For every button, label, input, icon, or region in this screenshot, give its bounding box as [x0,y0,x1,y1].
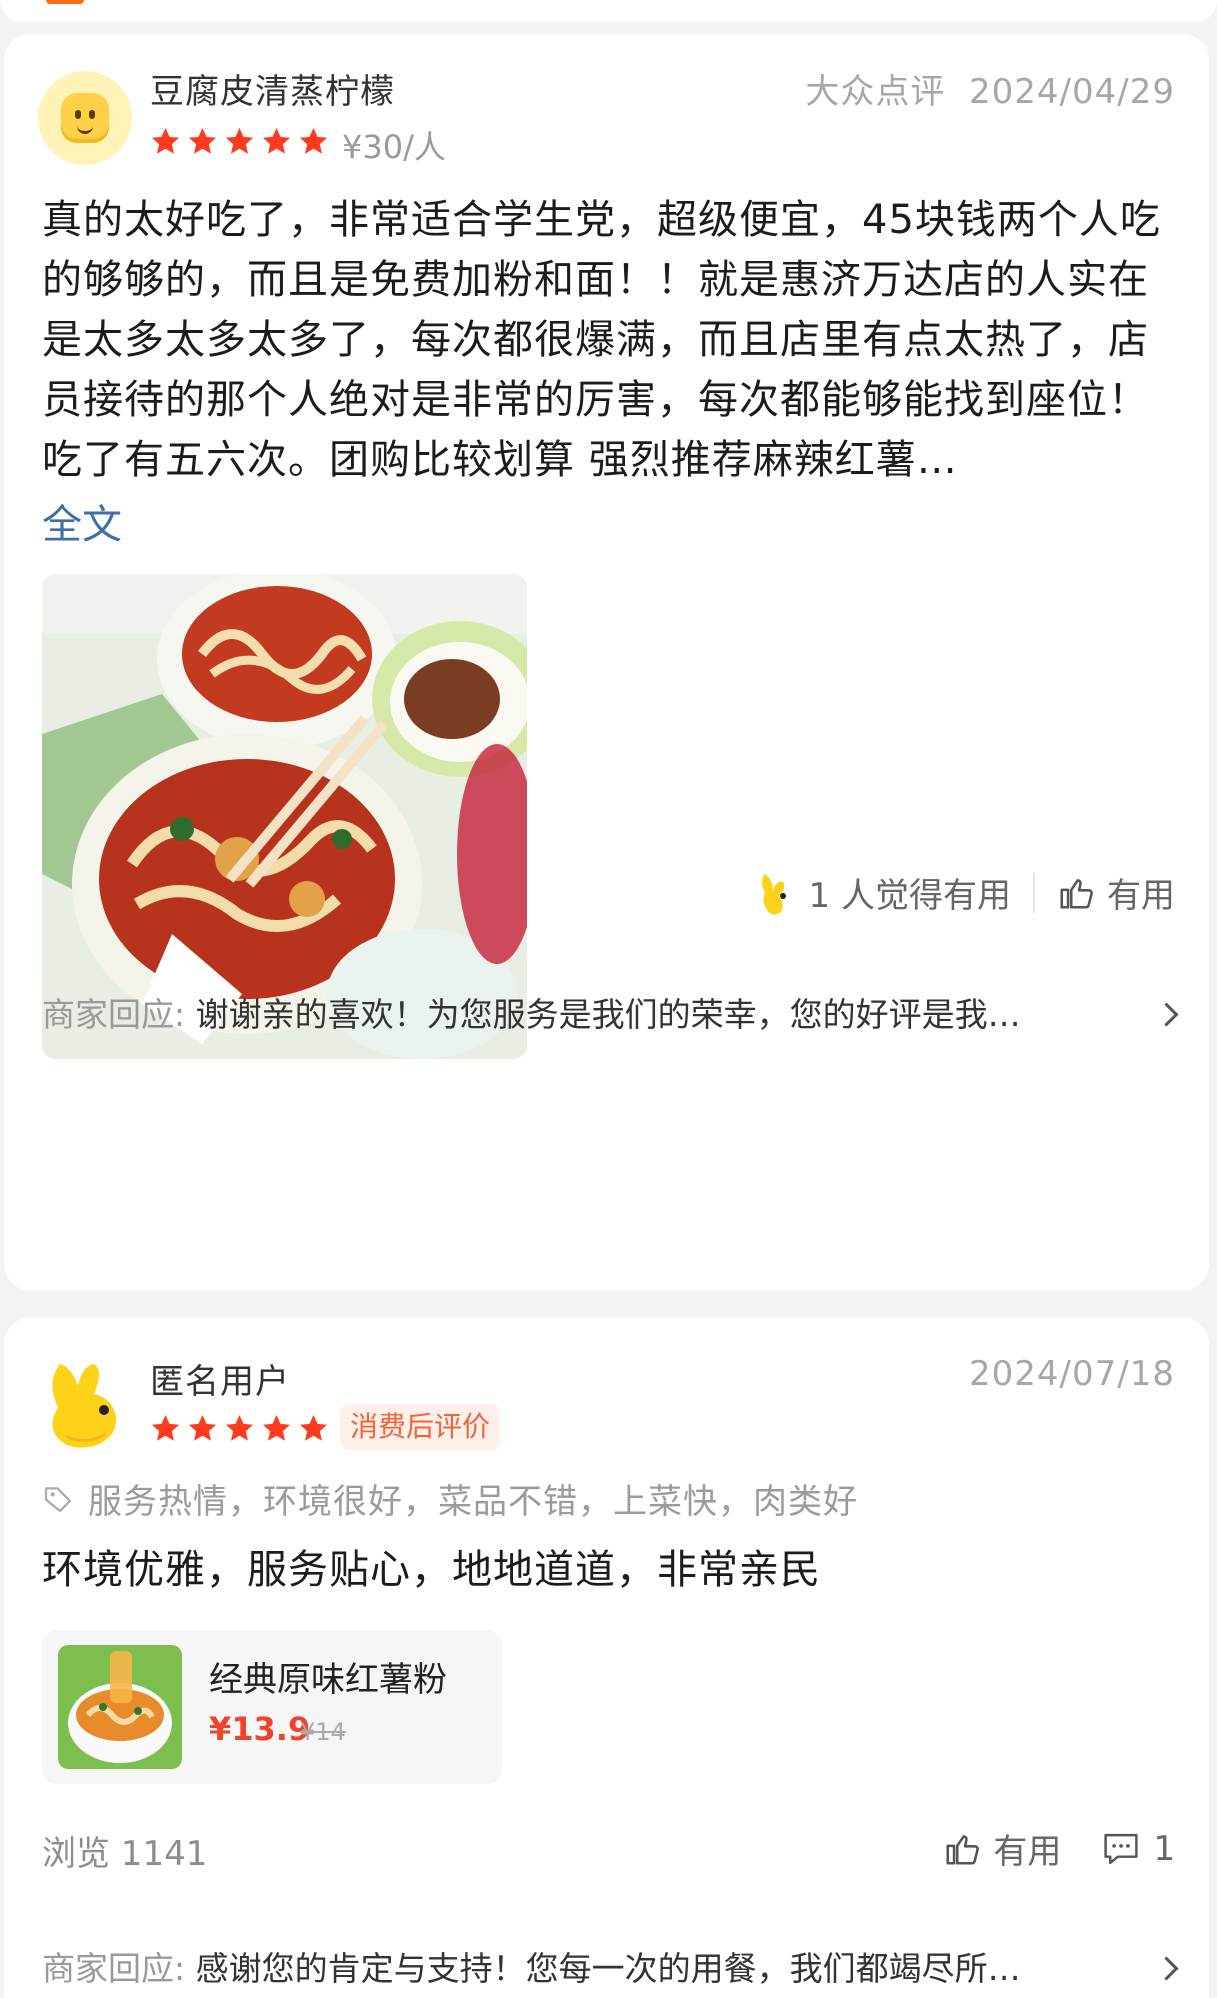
view-count: 浏览 1141 [42,1834,208,1874]
bunny-mascot-icon [761,873,786,915]
star-icon [225,127,254,154]
tag-icon [44,1486,72,1512]
bunny-avatar-icon [52,1364,117,1448]
star-icon [225,1414,254,1441]
dish-card[interactable]: 经典原味红薯粉 ¥13.9 ¥14 [42,1630,502,1784]
avatar[interactable] [46,1358,132,1450]
merchant-reply-label: 商家回应: [42,995,186,1034]
thumbs-up-icon [946,1834,980,1865]
star-icon [188,1414,217,1441]
star-rating [150,126,329,158]
merchant-reply[interactable]: 商家回应: 感谢您的肯定与支持！您每一次的用餐，我们都竭尽所… [42,1942,1172,1990]
star-rating [150,1413,329,1445]
merchant-reply[interactable]: 商家回应: 谢谢亲的喜欢！为您服务是我们的荣幸，您的好评是我… [42,988,1172,1036]
review-source: 大众点评 [805,72,946,112]
dish-original-price: ¥14 [300,1718,346,1746]
review-card: 豆腐皮清蒸柠檬 大众点评 2024/04/29 ¥30/人 真的太好吃了，非常适… [4,34,1209,1290]
star-icon [262,127,291,154]
star-icon [188,127,217,154]
comment-count: 1 [1153,1828,1175,1869]
avatar[interactable] [38,71,132,165]
star-icon [299,1414,328,1441]
reviewer-name[interactable]: 豆腐皮清蒸柠檬 [150,64,395,113]
previous-card-accent [46,0,84,4]
comment-button[interactable]: 1 [1101,1829,1175,1869]
review-text: 真的太好吃了，非常适合学生党，超级便宜，45块钱两个人吃的够够的，而且是免费加粉… [42,197,1161,483]
review-text: 环境优雅，服务贴心，地地道道，非常亲民 [42,1547,821,1593]
review-card: 匿名用户 2024/07/18 消费后评价 服务热情，环境很好，菜品不错，上菜快… [4,1318,1209,1998]
helpful-button-label: 有用 [1107,876,1175,916]
review-tags: 服务热情，环境很好，菜品不错，上菜快，肉类好 [42,1474,858,1523]
helpful-button[interactable]: 有用 [1057,868,1175,917]
review-source-date: 大众点评 2024/04/29 [805,64,1175,113]
tofu-avatar-icon [61,93,109,143]
star-icon [151,1414,180,1441]
merchant-reply-text: 感谢您的肯定与支持！您每一次的用餐，我们都竭尽所… [195,1949,1021,1988]
helpful-button[interactable]: 有用 [943,1824,1061,1873]
food-photo-illustration [42,574,527,1059]
dish-price: ¥13.9 [209,1710,311,1748]
dish-thumbnail [58,1645,182,1769]
review-date: 2024/07/18 [969,1354,1175,1394]
comment-icon [1104,1833,1138,1864]
review-actions: 有用 1 [943,1824,1175,1873]
review-photo[interactable] [42,574,527,1059]
review-tags-text: 服务热情，环境很好，菜品不错，上菜快，肉类好 [88,1482,858,1522]
divider [1033,872,1035,913]
review-date: 2024/04/29 [969,72,1175,112]
star-icon [299,127,328,154]
star-icon [151,127,180,154]
helpful-row: 1 人觉得有用 有用 [757,868,1175,917]
merchant-reply-text: 谢谢亲的喜欢！为您服务是我们的荣幸，您的好评是我… [195,995,1021,1034]
post-consumption-badge: 消费后评价 [340,1404,501,1450]
price-per-person: ¥30/人 [342,128,446,166]
helpful-count: 1 人觉得有用 [808,876,1011,916]
star-icon [262,1414,291,1441]
helpful-button-label: 有用 [993,1832,1062,1872]
dish-name: 经典原味红薯粉 [209,1660,447,1700]
reviewer-name[interactable]: 匿名用户 [150,1354,290,1403]
merchant-reply-label: 商家回应: [42,1949,186,1988]
previous-card-bottom [0,0,1217,22]
fulltext-link[interactable]: 全文 [42,492,122,550]
thumbs-up-icon [1060,878,1093,909]
